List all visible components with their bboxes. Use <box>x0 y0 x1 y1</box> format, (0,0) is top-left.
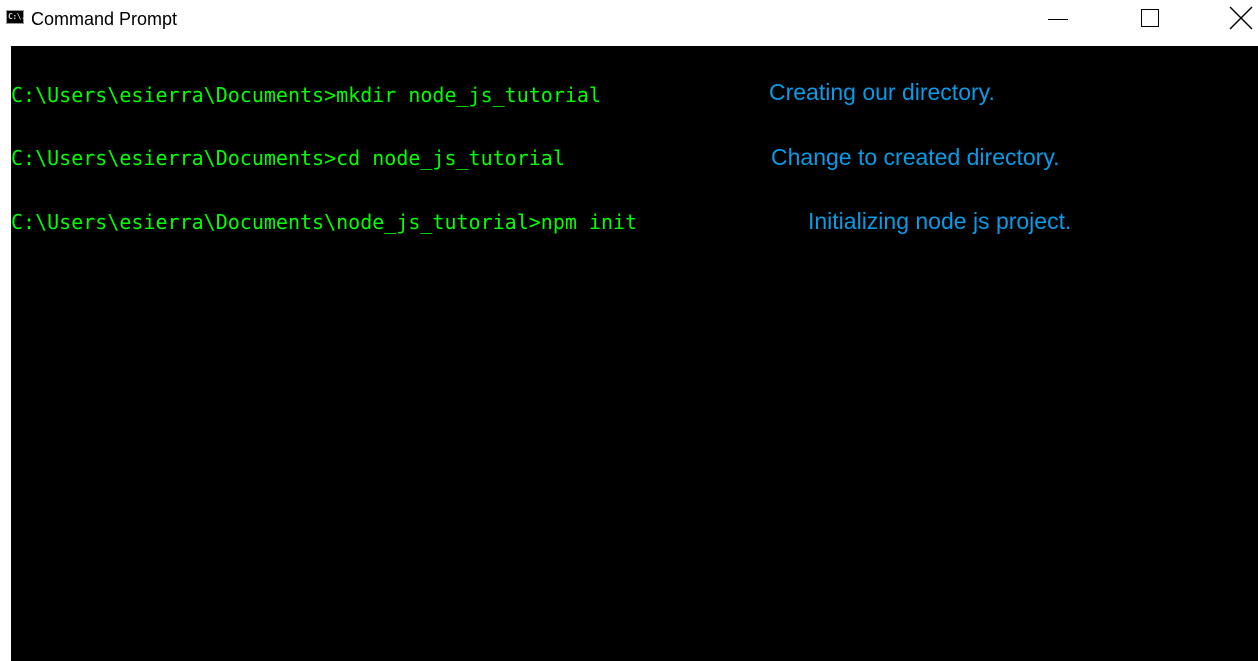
command-text: C:\Users\esierra\Documents\node_js_tutor… <box>11 210 638 234</box>
annotation-text: Creating our directory. <box>769 79 995 105</box>
command-text: C:\Users\esierra\Documents>mkdir node_js… <box>11 83 602 107</box>
command-prompt-icon-label: C:\. <box>8 12 26 21</box>
window-title: Command Prompt <box>31 9 178 29</box>
command-prompt-icon[interactable]: C:\. <box>6 10 26 24</box>
title-bar[interactable]: C:\. Command Prompt <box>0 0 1258 46</box>
command-text: C:\Users\esierra\Documents>cd node_js_tu… <box>11 146 565 170</box>
command-prompt-window: C:\. Command Prompt C:\Users\esierra\Doc… <box>0 0 1258 661</box>
maximize-icon <box>1141 9 1159 27</box>
annotation-text: Initializing node js project. <box>808 208 1072 234</box>
minimize-button[interactable] <box>1036 0 1082 40</box>
minimize-icon <box>1048 19 1068 20</box>
maximize-button[interactable] <box>1128 0 1174 40</box>
annotation-text: Change to created directory. <box>771 144 1060 170</box>
close-icon <box>1229 6 1253 30</box>
console-output[interactable]: C:\Users\esierra\Documents>mkdir node_js… <box>11 46 1258 661</box>
close-button[interactable] <box>1212 0 1258 40</box>
